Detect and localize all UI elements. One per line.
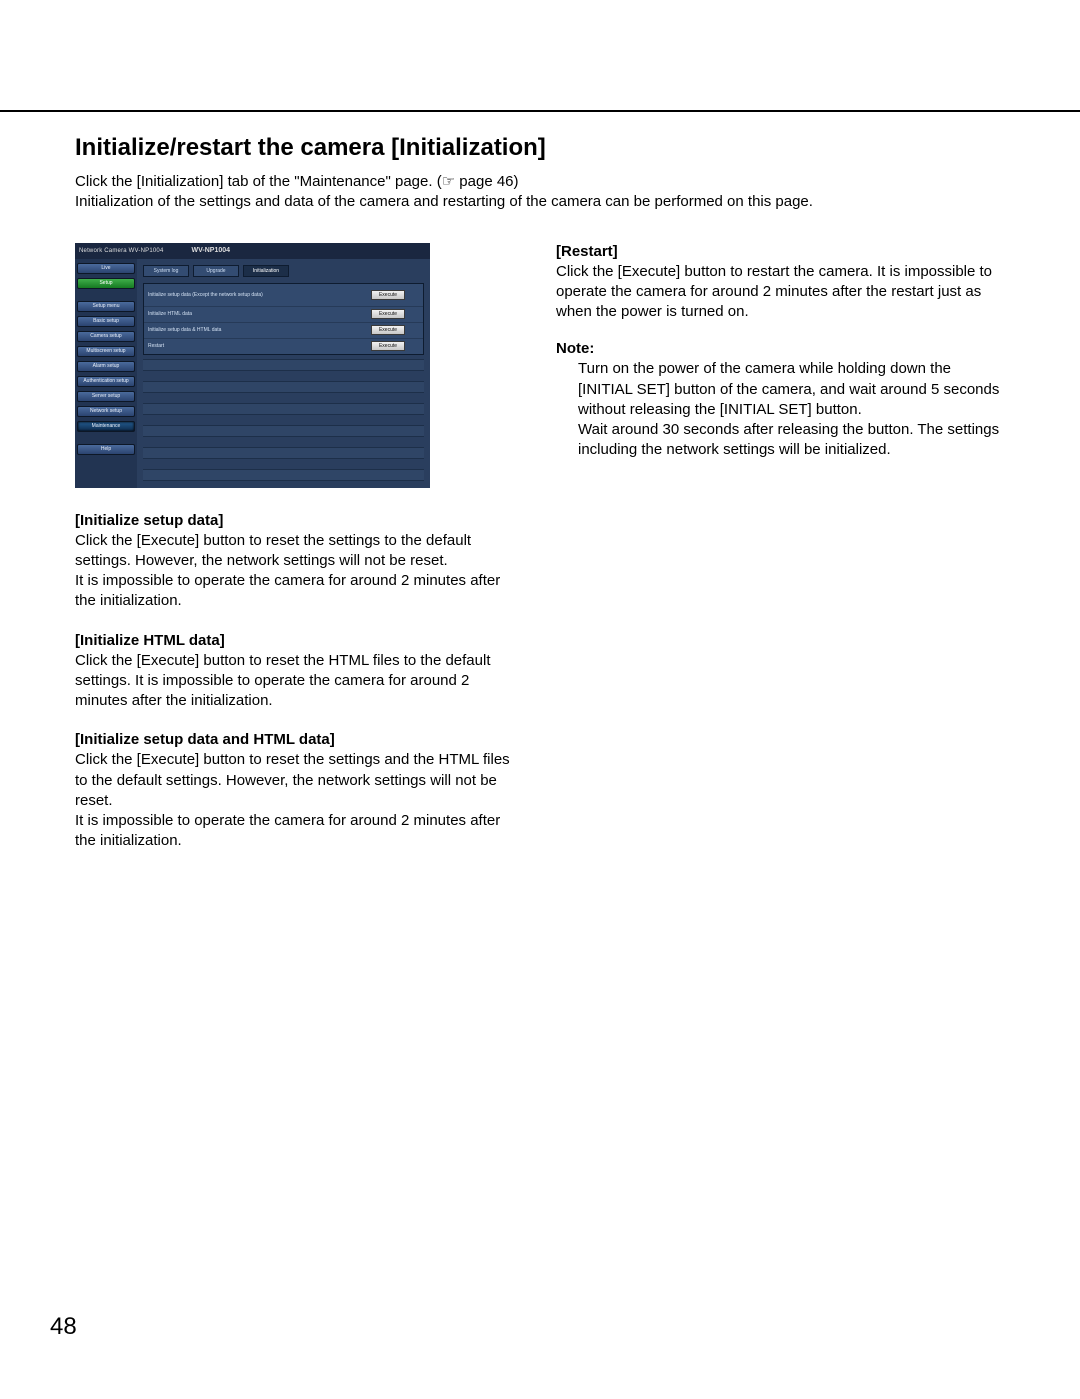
item-restart: [Restart] Click the [Execute] button to … <box>556 243 1005 323</box>
ss-maintenance-button[interactable]: Maintenance <box>77 421 135 432</box>
item-init-both-title: [Initialize setup data and HTML data] <box>75 731 520 748</box>
spacer <box>77 436 135 440</box>
two-columns: Network Camera WV-NP1004 WV-NP1004 Live … <box>75 243 1005 872</box>
intro-line-1: Click the [Initialization] tab of the "M… <box>75 172 1005 192</box>
ss-row-init-both: Initialize setup data & HTML data Execut… <box>144 322 423 338</box>
item-init-html-body: Click the [Execute] button to reset the … <box>75 651 520 712</box>
note-title: Note: <box>556 340 1005 357</box>
ss-label-init-html: Initialize HTML data <box>144 311 371 317</box>
item-init-html-title: [Initialize HTML data] <box>75 632 520 649</box>
ss-basic-button[interactable]: Basic setup <box>77 316 135 327</box>
note-p2: Wait around 30 seconds after releasing t… <box>578 420 1005 461</box>
ss-label-init-both: Initialize setup data & HTML data <box>144 327 371 333</box>
item-init-setup-title: [Initialize setup data] <box>75 512 520 529</box>
ss-label-restart: Restart <box>144 343 371 349</box>
item-restart-body: Click the [Execute] button to restart th… <box>556 262 1005 323</box>
item-init-html: [Initialize HTML data] Click the [Execut… <box>75 632 520 712</box>
item-init-setup-p2: It is impossible to operate the camera f… <box>75 571 520 612</box>
ss-alarm-button[interactable]: Alarm setup <box>77 361 135 372</box>
top-rule <box>0 110 1080 112</box>
ss-server-button[interactable]: Server setup <box>77 391 135 402</box>
item-init-both-body: Click the [Execute] button to reset the … <box>75 750 520 851</box>
ss-live-button[interactable]: Live <box>77 263 135 274</box>
ss-sidebar: Live Setup Setup menu Basic setup Camera… <box>75 259 137 488</box>
ss-execute-init-both[interactable]: Execute <box>371 325 405 335</box>
ss-model: WV-NP1004 <box>192 247 231 254</box>
ss-main: System log Upgrade Initialization Initia… <box>137 259 430 488</box>
intro-line-2: Initialization of the settings and data … <box>75 192 1005 212</box>
ss-help-button[interactable]: Help <box>77 444 135 455</box>
ss-auth-button[interactable]: Authentication setup <box>77 376 135 387</box>
ss-execute-init-setup[interactable]: Execute <box>371 290 405 300</box>
ss-stripes <box>143 359 424 482</box>
page-title: Initialize/restart the camera [Initializ… <box>75 134 1005 162</box>
ss-row-restart: Restart Execute <box>144 338 423 354</box>
item-init-setup-p1: Click the [Execute] button to reset the … <box>75 531 520 572</box>
ss-row-init-setup: Initialize setup data (Except the networ… <box>144 284 423 306</box>
ss-brand: Network Camera WV-NP1004 <box>79 248 164 254</box>
ss-multi-button[interactable]: Multiscreen setup <box>77 346 135 357</box>
left-column: Network Camera WV-NP1004 WV-NP1004 Live … <box>75 243 520 872</box>
ss-panel: Initialize setup data (Except the networ… <box>143 283 424 355</box>
ss-setup-button[interactable]: Setup <box>77 278 135 289</box>
note-p1: Turn on the power of the camera while ho… <box>578 359 1005 420</box>
content: Initialize/restart the camera [Initializ… <box>75 134 1005 872</box>
ss-camera-button[interactable]: Camera setup <box>77 331 135 342</box>
ss-row-init-html: Initialize HTML data Execute <box>144 306 423 322</box>
note-body: Turn on the power of the camera while ho… <box>556 359 1005 460</box>
ss-tab-upgrade[interactable]: Upgrade <box>193 265 239 277</box>
ss-body: Live Setup Setup menu Basic setup Camera… <box>75 259 430 488</box>
ss-tab-initialization[interactable]: Initialization <box>243 265 289 277</box>
item-init-html-p1: Click the [Execute] button to reset the … <box>75 651 520 712</box>
ss-tabs: System log Upgrade Initialization <box>143 265 424 277</box>
item-init-setup: [Initialize setup data] Click the [Execu… <box>75 512 520 612</box>
spacer <box>77 293 135 297</box>
ss-execute-restart[interactable]: Execute <box>371 341 405 351</box>
item-restart-title: [Restart] <box>556 243 1005 260</box>
ss-tab-systemlog[interactable]: System log <box>143 265 189 277</box>
ss-header: Network Camera WV-NP1004 WV-NP1004 <box>75 243 430 259</box>
item-restart-p1: Click the [Execute] button to restart th… <box>556 262 1005 323</box>
ss-label-init-setup: Initialize setup data (Except the networ… <box>144 292 371 298</box>
ss-execute-init-html[interactable]: Execute <box>371 309 405 319</box>
embedded-screenshot: Network Camera WV-NP1004 WV-NP1004 Live … <box>75 243 430 488</box>
page: Initialize/restart the camera [Initializ… <box>0 0 1080 1399</box>
page-number: 48 <box>50 1313 77 1341</box>
ss-network-button[interactable]: Network setup <box>77 406 135 417</box>
right-column: [Restart] Click the [Execute] button to … <box>556 243 1005 872</box>
ss-menu-button[interactable]: Setup menu <box>77 301 135 312</box>
item-init-both-p1: Click the [Execute] button to reset the … <box>75 750 520 811</box>
item-init-both-p2: It is impossible to operate the camera f… <box>75 811 520 852</box>
item-init-setup-body: Click the [Execute] button to reset the … <box>75 531 520 612</box>
item-init-both: [Initialize setup data and HTML data] Cl… <box>75 731 520 851</box>
